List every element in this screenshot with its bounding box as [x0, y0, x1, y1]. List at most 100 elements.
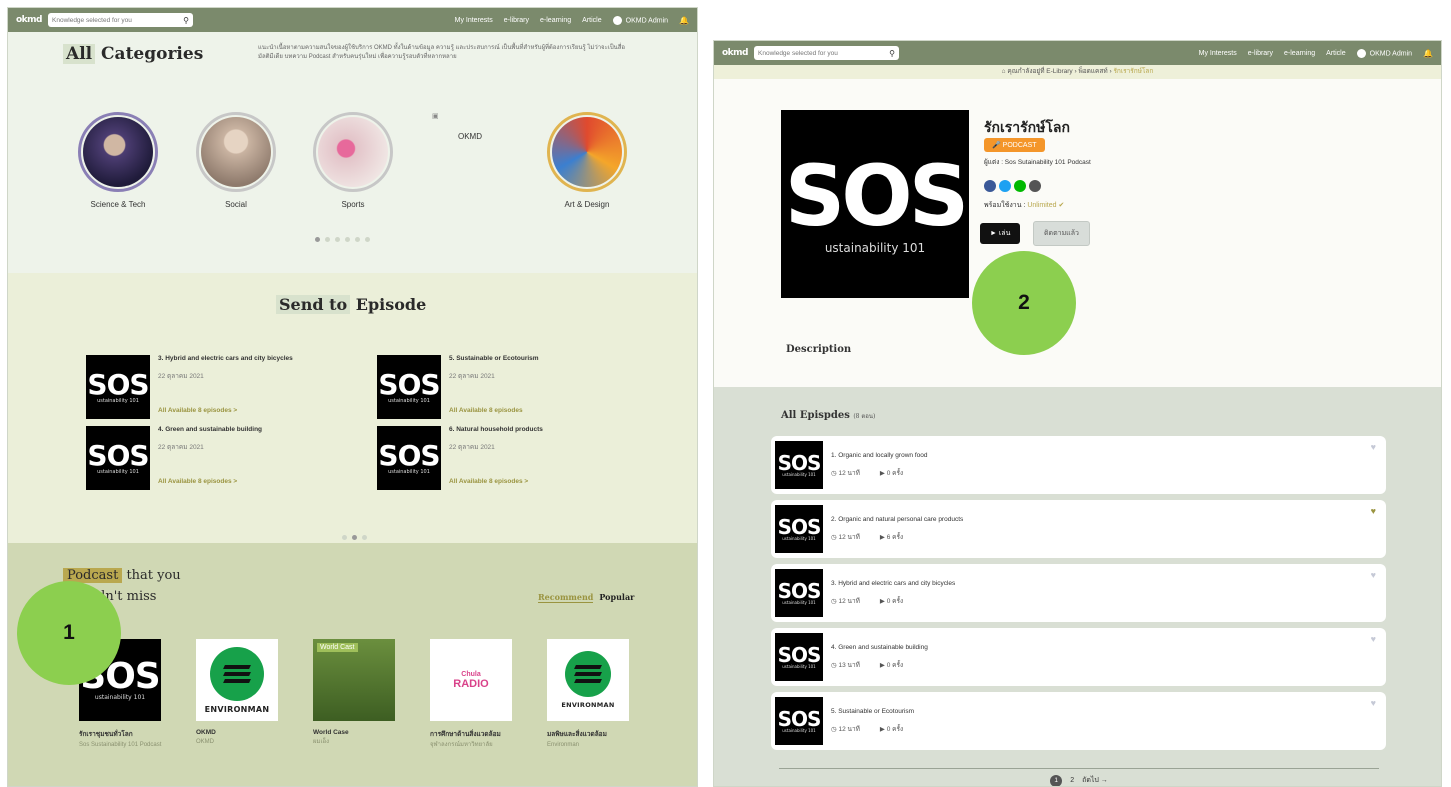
chula-radio-cover: Chula RADIO — [430, 639, 512, 721]
twitter-icon[interactable] — [999, 180, 1011, 192]
email-icon[interactable] — [1029, 180, 1041, 192]
category-okmd[interactable]: ▣ OKMD — [420, 112, 520, 141]
play-button[interactable]: ► เล่น — [980, 223, 1021, 244]
page-2-button[interactable]: 2 — [1070, 777, 1074, 784]
okmd-logo[interactable]: okmd — [722, 48, 749, 58]
category-label: Sports — [341, 200, 365, 209]
environman-logo-icon — [210, 646, 264, 701]
episode-duration: ◷ 12 นาที — [831, 726, 860, 733]
episode-plays: ▶ 0 ครั้ง — [879, 726, 904, 733]
category-sports[interactable]: Sports — [303, 112, 403, 209]
podcast-author: ผมเอ็ง — [313, 739, 330, 745]
nav-e-learning[interactable]: e-learning — [1284, 50, 1315, 57]
category-label: Social — [225, 200, 247, 209]
okmd-logo[interactable]: okmd — [16, 15, 43, 25]
episode-date: 22 ตุลาคม 2021 — [158, 444, 204, 451]
episode-pagination[interactable] — [342, 535, 367, 540]
user-menu[interactable]: OKMD Admin — [612, 15, 669, 25]
podcast-card[interactable]: ENVIRONMAN OKMD OKMD — [196, 639, 281, 746]
category-label: OKMD — [458, 132, 482, 141]
episode-row[interactable]: SOS ustainability 101 3. Hybrid and elect… — [771, 564, 1386, 622]
podcast-card[interactable]: World Cast World Case ผมเอ็ง — [313, 639, 398, 746]
episode-date: 22 ตุลาคม 2021 — [449, 444, 495, 451]
tab-popular[interactable]: Popular — [599, 592, 634, 603]
sos-cover: SOS ustainability 101 — [86, 355, 150, 419]
bell-icon[interactable]: 🔔 — [679, 16, 689, 25]
heart-icon[interactable]: ♥ — [1371, 570, 1376, 580]
episode-title: 3. Hybrid and electric cars and city bic… — [158, 355, 293, 362]
heart-icon[interactable]: ♥ — [1371, 634, 1376, 644]
podcast-card[interactable]: Chula RADIO การศึกษาด้านสิ่งแวดล้อม จุฬาล… — [430, 639, 515, 749]
play-label: เล่น — [998, 230, 1011, 237]
all-episodes-link[interactable]: All Available 8 episodes > — [158, 407, 293, 414]
sos-cover: SOS ustainability 101 — [775, 697, 823, 745]
search-input[interactable]: Knowledge selected for you ⚲ — [754, 46, 899, 60]
episode-card[interactable]: SOS ustainability 101 3. Hybrid and elect… — [86, 355, 356, 419]
categories-title: All Categories — [63, 44, 203, 64]
category-art-design[interactable]: Art & Design — [537, 112, 637, 209]
episode-plays: ▶ 0 ครั้ง — [879, 598, 904, 605]
nav-article[interactable]: Article — [1326, 50, 1345, 57]
category-science-tech[interactable]: Science & Tech — [68, 112, 168, 209]
user-name: OKMD Admin — [625, 16, 669, 24]
user-name: OKMD Admin — [1369, 49, 1413, 57]
nav-e-library[interactable]: e-library — [1248, 50, 1273, 57]
nav-e-learning[interactable]: e-learning — [540, 17, 571, 24]
next-page-button[interactable]: ถัดไป → — [1082, 775, 1108, 786]
all-episodes-link[interactable]: All Available 8 episodes > — [449, 478, 543, 485]
nav-article[interactable]: Article — [582, 17, 601, 24]
episode-title: 3. Hybrid and electric cars and city bic… — [831, 580, 956, 587]
facebook-icon[interactable] — [984, 180, 996, 192]
podcast-name: มลพิษและสิ่งแวดล้อม — [547, 731, 607, 738]
title-rest: that you — [126, 568, 181, 583]
episode-row[interactable]: SOS ustainability 101 2. Organic and natu… — [771, 500, 1386, 558]
podcast-card[interactable]: ENVIRONMAN มลพิษและสิ่งแวดล้อม Environma… — [547, 639, 632, 749]
all-episodes-link[interactable]: All Available 8 episodes > — [158, 478, 262, 485]
podcast-cover: SOS ustainability 101 — [781, 110, 969, 298]
sos-cover: SOS ustainability 101 — [775, 569, 823, 617]
check-icon: ✔ — [1058, 202, 1065, 209]
category-pagination[interactable] — [315, 237, 370, 242]
pagination: 1 2 ถัดไป → — [779, 768, 1379, 786]
category-carousel: Science & Tech Social Sports ▣ OKMD Art … — [8, 112, 697, 222]
podcast-tabs: Recommend Popular — [538, 592, 634, 603]
nav-my-interests[interactable]: My Interests — [1199, 50, 1237, 57]
breadcrumb-home[interactable]: คุณกำลังอยู่ที่ E-Library — [1007, 68, 1072, 75]
episode-card[interactable]: SOS ustainability 101 6. Natural househol… — [377, 426, 647, 490]
home-icon[interactable]: ⌂ — [1002, 68, 1006, 75]
episode-duration: ◷ 12 นาที — [831, 470, 860, 477]
nav-my-interests[interactable]: My Interests — [455, 17, 493, 24]
category-social[interactable]: Social — [186, 112, 286, 209]
heart-icon[interactable]: ♥ — [1371, 506, 1376, 516]
step-badge-1: 1 — [17, 581, 121, 685]
line-icon[interactable] — [1014, 180, 1026, 192]
search-icon[interactable]: ⚲ — [183, 16, 189, 25]
podcast-title: รักเรารักษ์โลก — [984, 119, 1070, 135]
availability-value: Unlimited — [1027, 202, 1057, 209]
bell-icon[interactable]: 🔔 — [1423, 49, 1433, 58]
heart-icon[interactable]: ♥ — [1371, 698, 1376, 708]
user-menu[interactable]: OKMD Admin — [1356, 48, 1413, 58]
podcast-name: World Case — [313, 729, 349, 736]
all-episodes-link[interactable]: All Available 8 episodes — [449, 407, 539, 414]
episode-card[interactable]: SOS ustainability 101 5. Sustainable or E… — [377, 355, 647, 419]
page-1-button[interactable]: 1 — [1050, 774, 1063, 786]
breadcrumb-podcast[interactable]: พ็อดแคสท์ — [1078, 68, 1107, 75]
heart-icon[interactable]: ♥ — [1371, 442, 1376, 452]
send-to-episode-section: Send to Episode SOS ustainability 101 3. … — [8, 273, 697, 543]
search-input[interactable]: Knowledge selected for you ⚲ — [48, 13, 193, 27]
episode-row[interactable]: SOS ustainability 101 5. Sustainable or E… — [771, 692, 1386, 750]
episode-plays: ▶ 0 ครั้ง — [879, 470, 904, 477]
nav-e-library[interactable]: e-library — [504, 17, 529, 24]
episode-row[interactable]: SOS ustainability 101 1. Organic and loca… — [771, 436, 1386, 494]
podcast-author: จุฬาลงกรณ์มหาวิทยาลัย — [430, 742, 493, 748]
episode-card[interactable]: SOS ustainability 101 4. Green and sustai… — [86, 426, 356, 490]
episode-row[interactable]: SOS ustainability 101 4. Green and sustai… — [771, 628, 1386, 686]
share-buttons — [984, 180, 1041, 192]
episode-title: 4. Green and sustainable building — [158, 426, 263, 433]
podcast-detail-panel: okmd Knowledge selected for you ⚲ My Int… — [713, 40, 1442, 787]
search-icon[interactable]: ⚲ — [889, 49, 895, 58]
tab-recommend[interactable]: Recommend — [538, 592, 594, 603]
category-label: Art & Design — [564, 200, 610, 209]
follow-button[interactable]: ติดตามแล้ว — [1033, 221, 1090, 246]
